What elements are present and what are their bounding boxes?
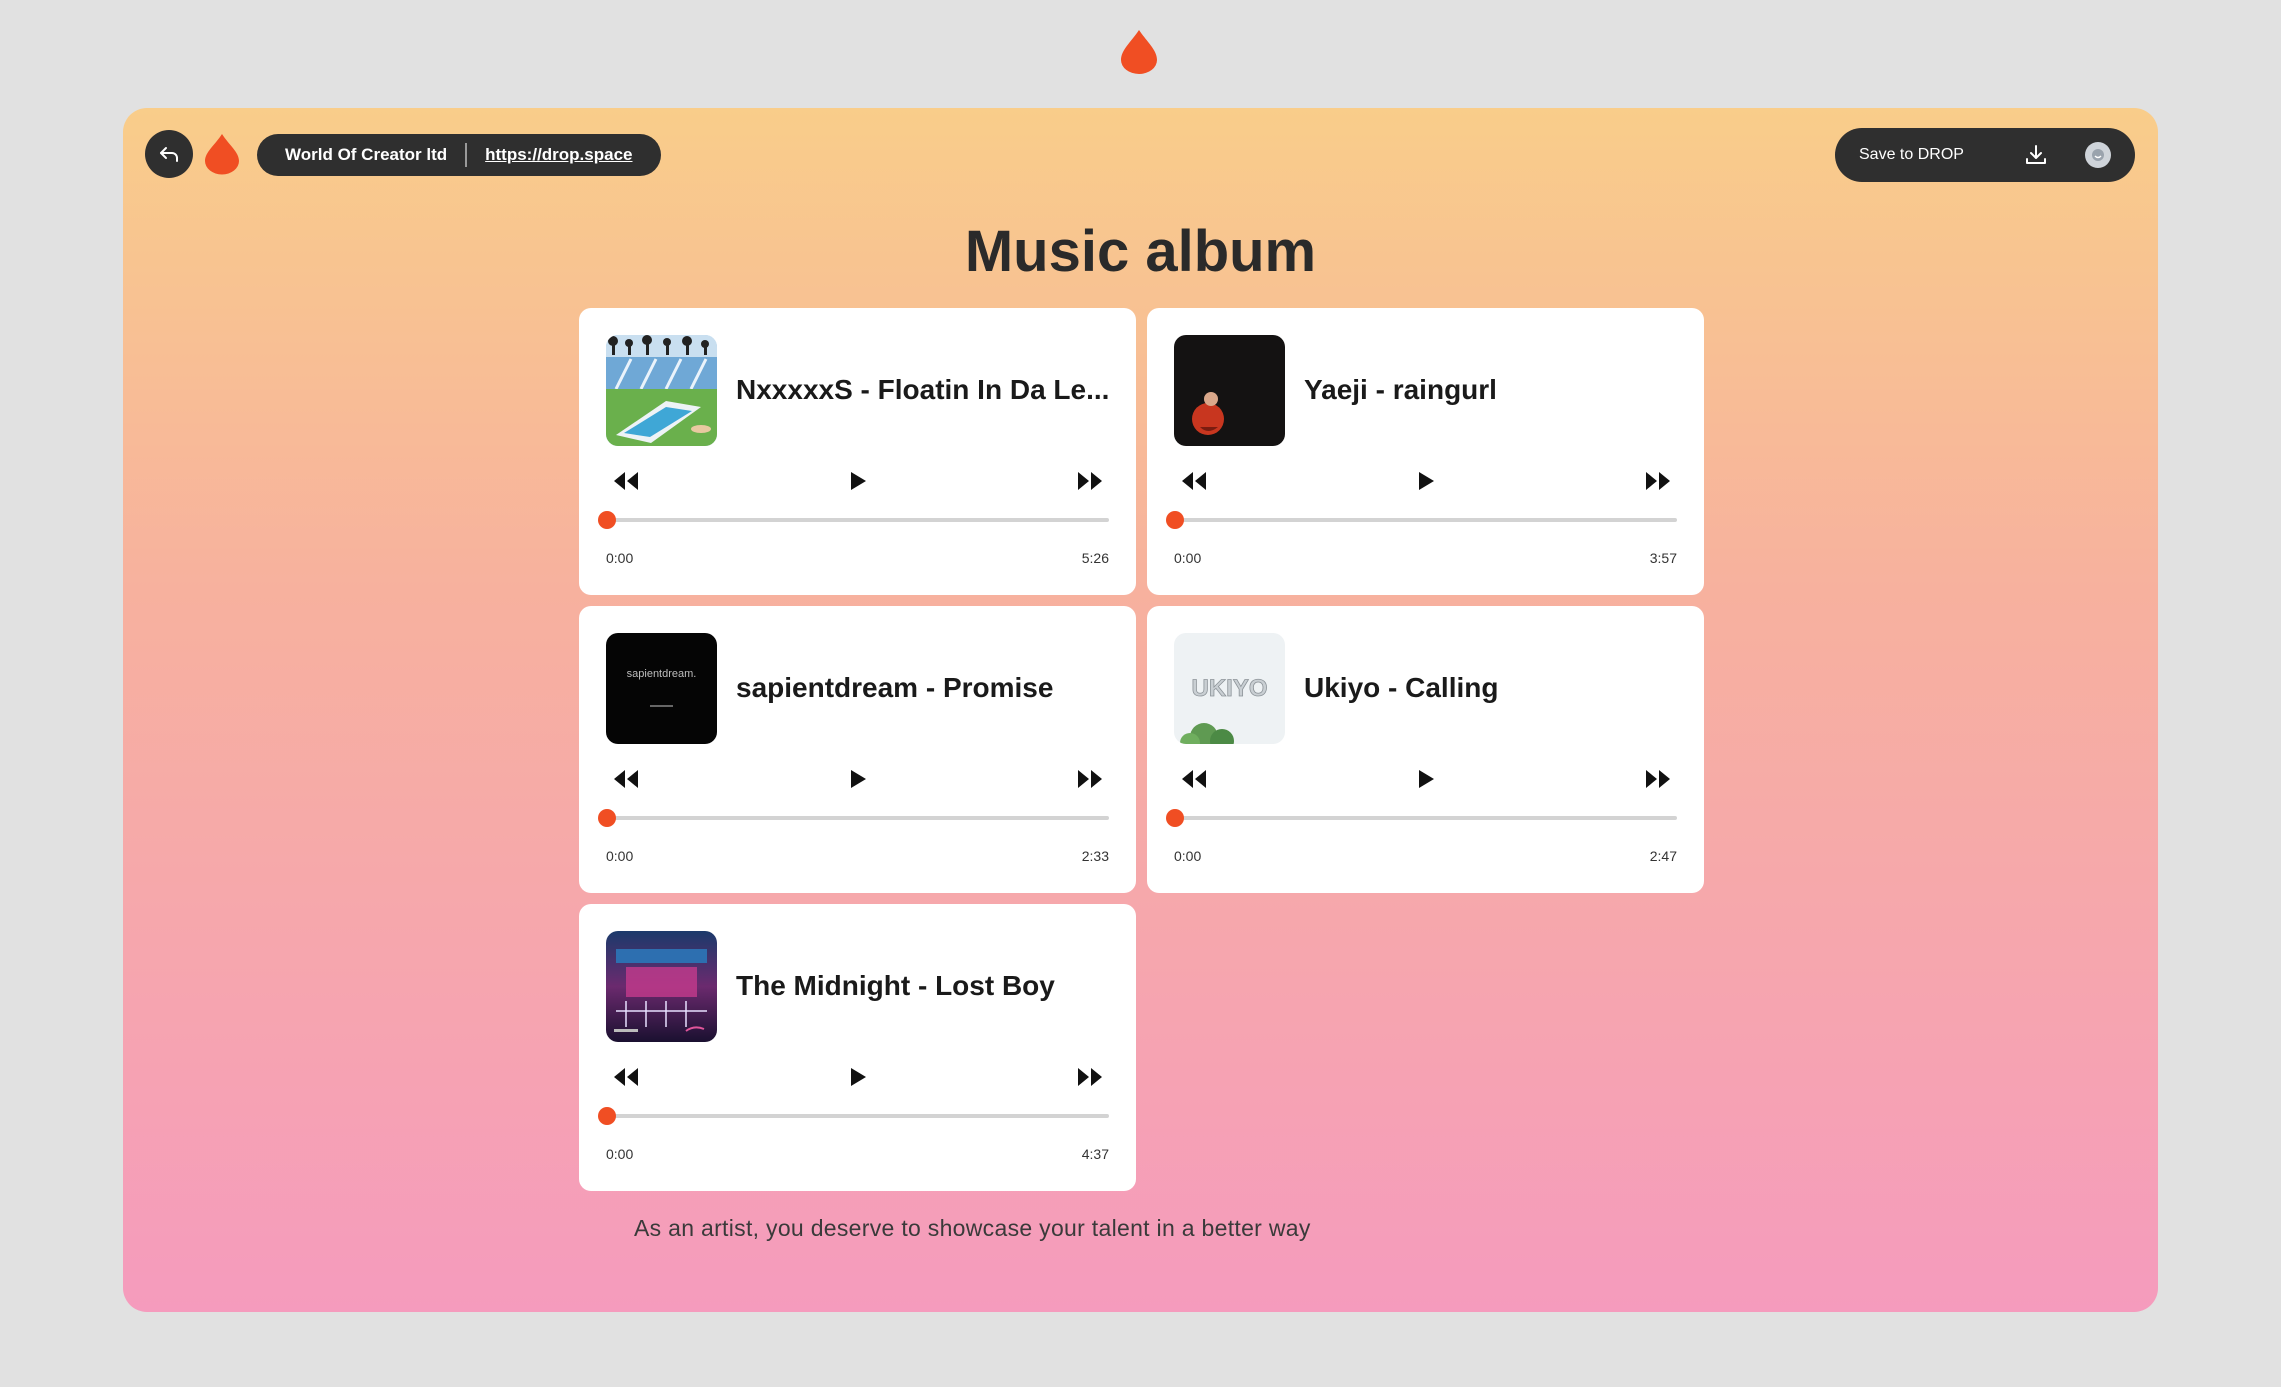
site-link[interactable]: https://drop.space	[485, 145, 632, 165]
play-icon[interactable]	[1410, 766, 1440, 792]
org-name: World Of Creator ltd	[285, 145, 448, 164]
avatar[interactable]	[2085, 142, 2111, 168]
album-cover	[1174, 335, 1285, 446]
track-title: sapientdream - Promise	[736, 672, 1054, 703]
play-icon[interactable]	[842, 1064, 872, 1090]
save-toolbar: Save to DROP	[1835, 128, 2135, 182]
progress-bar[interactable]	[598, 1107, 1109, 1125]
creator-info-pill: World Of Creator ltd https://drop.space	[257, 134, 661, 176]
progress-bar[interactable]	[1166, 809, 1677, 827]
current-time: 0:00	[1174, 848, 1202, 864]
track-card: sapientdream. sapientdream - Promise 0:0…	[579, 606, 1136, 893]
track-title: Yaeji - raingurl	[1304, 374, 1497, 405]
rewind-icon[interactable]	[611, 1064, 641, 1090]
rewind-icon[interactable]	[1179, 468, 1209, 494]
current-time: 0:00	[606, 848, 634, 864]
current-time: 0:00	[1174, 550, 1202, 566]
progress-knob[interactable]	[1166, 809, 1184, 827]
play-icon[interactable]	[842, 468, 872, 494]
footer-tagline: As an artist, you deserve to showcase yo…	[634, 1215, 1311, 1241]
divider	[465, 143, 468, 167]
progress-bar[interactable]	[1166, 511, 1677, 529]
album-cover	[606, 335, 717, 446]
progress-bar[interactable]	[598, 511, 1109, 529]
back-arrow-icon	[160, 147, 178, 162]
progress-knob[interactable]	[598, 809, 616, 827]
save-to-drop-button[interactable]: Save to DROP	[1859, 146, 2023, 164]
download-icon[interactable]	[2023, 142, 2049, 168]
progress-knob[interactable]	[598, 511, 616, 529]
fast-forward-icon[interactable]	[1075, 1064, 1105, 1090]
rewind-icon[interactable]	[1179, 766, 1209, 792]
track-title: NxxxxxS - Floatin In Da Le...	[736, 374, 1110, 405]
track-card: Yaeji - raingurl 0:00 3:57	[1147, 308, 1704, 595]
page-title: Music album	[964, 219, 1317, 284]
track-title: The Midnight - Lost Boy	[736, 970, 1055, 1001]
duration: 2:47	[1649, 848, 1677, 864]
track-card: The Midnight - Lost Boy 0:00 4:37	[579, 904, 1136, 1191]
track-title: Ukiyo - Calling	[1304, 672, 1499, 703]
progress-knob[interactable]	[598, 1107, 616, 1125]
cover-text: UKIYO	[1191, 675, 1267, 702]
play-icon[interactable]	[1410, 468, 1440, 494]
fast-forward-icon[interactable]	[1643, 766, 1673, 792]
current-time: 0:00	[606, 550, 634, 566]
track-card: UKIYO Ukiyo - Calling 0:00 2:47	[1147, 606, 1704, 893]
album-cover	[606, 931, 717, 1042]
drop-logo-icon[interactable]	[203, 132, 241, 176]
fast-forward-icon[interactable]	[1075, 766, 1105, 792]
progress-bar[interactable]	[598, 809, 1109, 827]
track-card: NxxxxxS - Floatin In Da Le... 0:00 5:26	[579, 308, 1136, 595]
cover-text: sapientdream.	[627, 668, 697, 680]
track-grid: NxxxxxS - Floatin In Da Le... 0:00 5:26 …	[579, 308, 1707, 1191]
rewind-icon[interactable]	[611, 766, 641, 792]
album-cover: UKIYO	[1174, 633, 1285, 744]
duration: 5:26	[1081, 550, 1109, 566]
duration: 4:37	[1081, 1146, 1109, 1162]
drop-logo-icon	[1121, 30, 1157, 74]
avatar-icon	[2092, 149, 2104, 161]
app-frame: World Of Creator ltd https://drop.space …	[123, 108, 2158, 1312]
current-time: 0:00	[606, 1146, 634, 1162]
duration: 3:57	[1649, 550, 1677, 566]
fast-forward-icon[interactable]	[1643, 468, 1673, 494]
album-cover: sapientdream.	[606, 633, 717, 744]
fast-forward-icon[interactable]	[1075, 468, 1105, 494]
progress-knob[interactable]	[1166, 511, 1184, 529]
rewind-icon[interactable]	[611, 468, 641, 494]
duration: 2:33	[1081, 848, 1109, 864]
play-icon[interactable]	[842, 766, 872, 792]
back-button[interactable]	[145, 130, 193, 178]
